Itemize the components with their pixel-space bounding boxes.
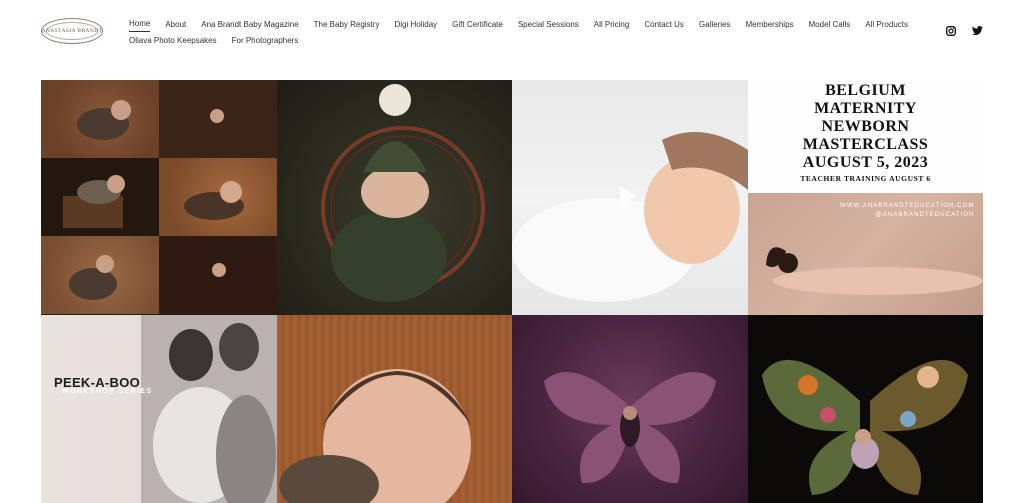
newborn-closeup-photo (279, 369, 471, 503)
collage-photo (41, 236, 159, 314)
nav-item-all-pricing[interactable]: All Pricing (594, 18, 630, 32)
floral-butterfly-photo (762, 359, 968, 495)
couple-photo (141, 315, 277, 503)
masterclass-line: MASTERCLASS (802, 136, 929, 153)
nav-item-model-calls[interactable]: Model Calls (809, 18, 851, 32)
main-navigation: Home About Ana Brandt Baby Magazine The … (129, 17, 909, 48)
collage-photo (159, 236, 277, 314)
collage-photo (41, 80, 159, 158)
collage-photo (41, 158, 159, 236)
nav-item-for-photographers[interactable]: For Photographers (232, 34, 299, 48)
masterclass-line: MATERNITY (814, 100, 917, 117)
nav-item-galleries[interactable]: Galleries (699, 18, 731, 32)
site-header: ANASTASIA BRANDT Home About Ana Brandt B… (0, 0, 1024, 75)
promo-site-url: WWW.ANABRANDTEDUCATION.COM (840, 203, 975, 209)
purple-butterfly-photo (544, 372, 716, 484)
nav-row-1: Home About Ana Brandt Baby Magazine The … (129, 17, 909, 32)
masterclass-subtitle: TEACHER TRAINING AUGUST 6 (800, 174, 931, 183)
twitter-icon[interactable] (972, 26, 983, 35)
nav-item-contact[interactable]: Contact Us (644, 18, 684, 32)
gallery-tile-masterclass[interactable]: BELGIUM MATERNITY NEWBORN MASTERCLASS AU… (748, 80, 983, 193)
gallery-tile-maternity-promo[interactable]: WWW.ANABRANDTEDUCATION.COM @ANABRANDTEDU… (748, 193, 983, 315)
nav-row-2: Oliava Photo Keepsakes For Photographers (129, 33, 909, 48)
nav-item-home[interactable]: Home (129, 17, 151, 32)
gallery-tile-peekaboo[interactable]: PEEK-A-BOO WORKSHOP SERIES (41, 315, 277, 503)
nav-item-baby-registry[interactable]: The Baby Registry (314, 18, 380, 32)
baby-basket-photo (321, 84, 485, 302)
nav-item-gift-certificate[interactable]: Gift Certificate (452, 18, 503, 32)
nav-item-magazine[interactable]: Ana Brandt Baby Magazine (201, 18, 298, 32)
instagram-icon[interactable] (946, 26, 956, 36)
site-logo[interactable]: ANASTASIA BRANDT (41, 18, 103, 44)
gallery-tile-baby-basket[interactable] (277, 80, 512, 315)
masterclass-title: BELGIUM MATERNITY NEWBORN MASTERCLASS AU… (748, 82, 983, 183)
nav-item-all-products[interactable]: All Products (865, 18, 908, 32)
collage-photo (159, 158, 277, 236)
gallery-tile-floral-butterfly[interactable] (748, 315, 983, 503)
peekaboo-subtitle: WORKSHOP SERIES (62, 388, 153, 395)
gallery-tile-purple-butterfly[interactable] (512, 315, 748, 503)
nav-item-photo-keepsakes[interactable]: Oliava Photo Keepsakes (129, 34, 217, 48)
gallery-tile-video[interactable] (512, 80, 748, 315)
masterclass-line: NEWBORN (821, 118, 910, 135)
promo-handle: @ANABRANDTEDUCATION (875, 212, 975, 218)
masterclass-line: BELGIUM (825, 82, 906, 99)
nav-item-about[interactable]: About (165, 18, 186, 32)
video-play-icon[interactable] (620, 186, 636, 206)
collage-photo (159, 80, 277, 158)
nav-item-special-sessions[interactable]: Special Sessions (518, 18, 579, 32)
nav-item-memberships[interactable]: Memberships (746, 18, 794, 32)
logo-text: ANASTASIA BRANDT (41, 28, 103, 34)
gallery-tile-newborn-closeup[interactable] (277, 315, 512, 503)
logo-frame: ANASTASIA BRANDT (42, 22, 102, 40)
gallery-tile-newborn-collage[interactable] (41, 80, 277, 315)
masterclass-date: AUGUST 5, 2023 (802, 154, 929, 171)
nav-item-digi-holiday[interactable]: Digi Holiday (394, 18, 437, 32)
promo-website: WWW.ANABRANDTEDUCATION.COM @ANABRANDTEDU… (840, 202, 975, 220)
